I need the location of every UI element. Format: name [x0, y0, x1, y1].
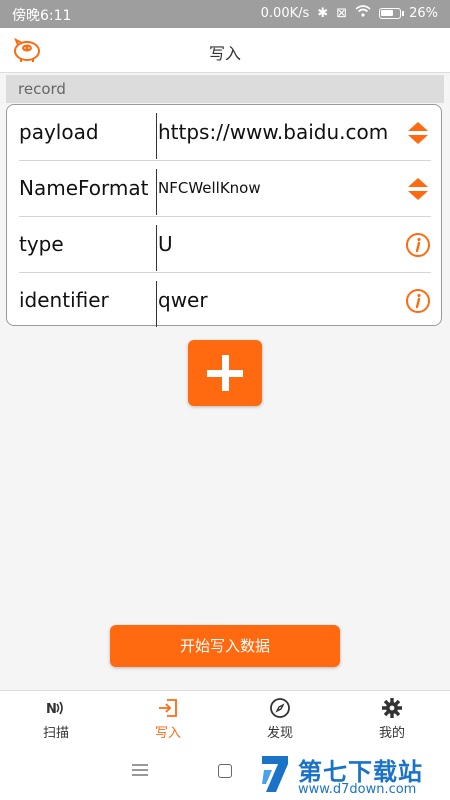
- field-label: type: [19, 232, 64, 256]
- watermark: 第七下载站 www.d7down.com: [258, 752, 448, 798]
- field-row-identifier[interactable]: identifier qwer: [19, 273, 431, 328]
- watermark-logo-icon: [262, 756, 288, 792]
- battery-percent: 26%: [409, 5, 438, 21]
- sort-arrows-icon[interactable]: [405, 176, 431, 202]
- home-icon[interactable]: [218, 764, 232, 778]
- menu-icon[interactable]: [132, 764, 148, 776]
- tab-label: 发现: [266, 726, 293, 741]
- compass-icon: [270, 698, 290, 718]
- add-record-button[interactable]: [188, 340, 262, 406]
- section-title: record: [18, 80, 66, 98]
- type-input[interactable]: U: [158, 232, 173, 256]
- tab-label: 我的: [378, 726, 405, 741]
- status-indicators: 0.00K/s ✱ ⊠ 26%: [261, 5, 438, 21]
- tab-label: 写入: [154, 726, 181, 741]
- identifier-input[interactable]: qwer: [158, 288, 208, 312]
- record-card: payload https://www.baidu.com NameFormat…: [6, 104, 442, 328]
- field-divider: [156, 281, 157, 327]
- title-bar: 写入: [0, 28, 450, 73]
- field-label: NameFormat: [19, 176, 149, 200]
- bottom-tab-bar: N 扫描 写入 发现 我的: [0, 690, 450, 747]
- field-label: identifier: [19, 288, 109, 312]
- info-icon[interactable]: [405, 232, 431, 258]
- tab-discover[interactable]: 发现: [224, 697, 336, 743]
- field-row-type[interactable]: type U: [19, 217, 431, 273]
- network-speed: 0.00K/s: [260, 5, 310, 21]
- field-row-payload[interactable]: payload https://www.baidu.com: [19, 105, 431, 161]
- watermark-url: www.d7down.com: [298, 782, 417, 797]
- field-divider: [156, 169, 157, 215]
- field-divider: [156, 225, 157, 271]
- field-label: payload: [19, 120, 99, 144]
- wifi-icon: [355, 5, 371, 21]
- sim-icon: ⊠: [336, 5, 348, 21]
- payload-input[interactable]: https://www.baidu.com: [158, 120, 388, 144]
- nameformat-select[interactable]: NFCWellKnow: [158, 179, 261, 197]
- nfc-icon: N: [46, 701, 63, 717]
- page-title: 写入: [208, 44, 241, 63]
- tab-scan[interactable]: N 扫描: [0, 697, 112, 743]
- tab-mine[interactable]: 我的: [336, 697, 448, 743]
- info-icon[interactable]: [405, 288, 431, 314]
- start-write-button[interactable]: 开始写入数据: [110, 625, 340, 667]
- battery-icon: [379, 7, 405, 19]
- field-divider: [156, 113, 157, 159]
- tab-write[interactable]: 写入: [112, 697, 224, 743]
- write-icon: [159, 699, 177, 717]
- field-row-nameformat[interactable]: NameFormat NFCWellKnow: [19, 161, 431, 217]
- status-bar: 傍晚6:11 0.00K/s ✱ ⊠ 26%: [0, 0, 450, 28]
- sort-arrows-icon[interactable]: [405, 120, 431, 146]
- svg-text:N: N: [46, 702, 57, 717]
- status-time: 傍晚6:11: [12, 8, 72, 24]
- section-header-record: record: [6, 75, 444, 103]
- tab-label: 扫描: [42, 726, 69, 741]
- gear-icon: [382, 698, 402, 718]
- bluetooth-icon: ✱: [317, 5, 329, 21]
